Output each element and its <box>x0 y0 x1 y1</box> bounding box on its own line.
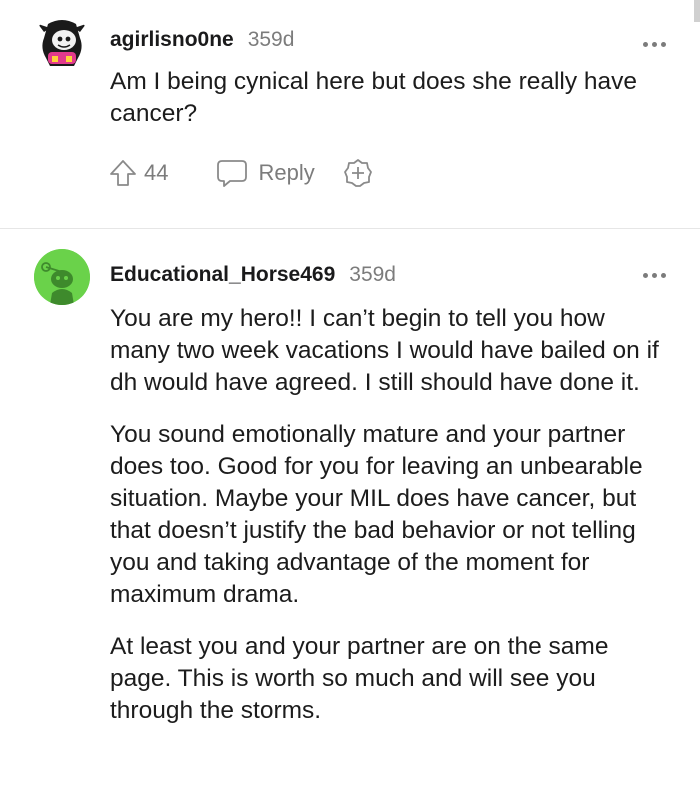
comment-paragraph: You are my hero!! I can’t begin to tell … <box>110 305 659 396</box>
more-options-icon[interactable] <box>643 42 666 47</box>
upvote-button[interactable]: 44 <box>108 158 168 188</box>
reply-label: Reply <box>258 160 315 185</box>
comment-meta: agirlisno0ne 359d <box>110 28 294 52</box>
comment-body: You are my hero!! I can’t begin to tell … <box>110 303 670 747</box>
comment: Educational_Horse469 359d You are my her… <box>0 229 700 809</box>
username[interactable]: agirlisno0ne <box>110 28 234 52</box>
comment-paragraph: You sound emotionally mature and your pa… <box>110 421 643 608</box>
comment-paragraph: At least you and your partner are on the… <box>110 633 609 724</box>
comment-age: 359d <box>247 28 295 51</box>
comment-paragraph: Am I being cynical here but does she rea… <box>110 68 638 127</box>
snoo-avatar-green-icon <box>34 249 90 305</box>
avatar[interactable] <box>34 14 90 70</box>
upvote-arrow-icon <box>110 160 136 186</box>
more-options-icon[interactable] <box>643 273 666 278</box>
username[interactable]: Educational_Horse469 <box>110 263 335 287</box>
speech-bubble-icon <box>217 160 248 187</box>
comment-age: 359d <box>349 263 396 286</box>
vote-count: 44 <box>144 160 169 185</box>
comment-body: Am I being cynical here but does she rea… <box>110 66 670 150</box>
snoo-avatar-dark-icon <box>34 14 90 70</box>
award-button[interactable] <box>343 158 373 188</box>
avatar[interactable] <box>34 249 90 305</box>
comment-meta: Educational_Horse469 359d <box>110 263 396 287</box>
reply-button[interactable]: Reply <box>216 158 315 188</box>
comment: agirlisno0ne 359d Am I being cynical her… <box>0 0 700 228</box>
award-plus-icon <box>343 159 372 187</box>
comment-actions: 44 Reply <box>108 156 373 190</box>
